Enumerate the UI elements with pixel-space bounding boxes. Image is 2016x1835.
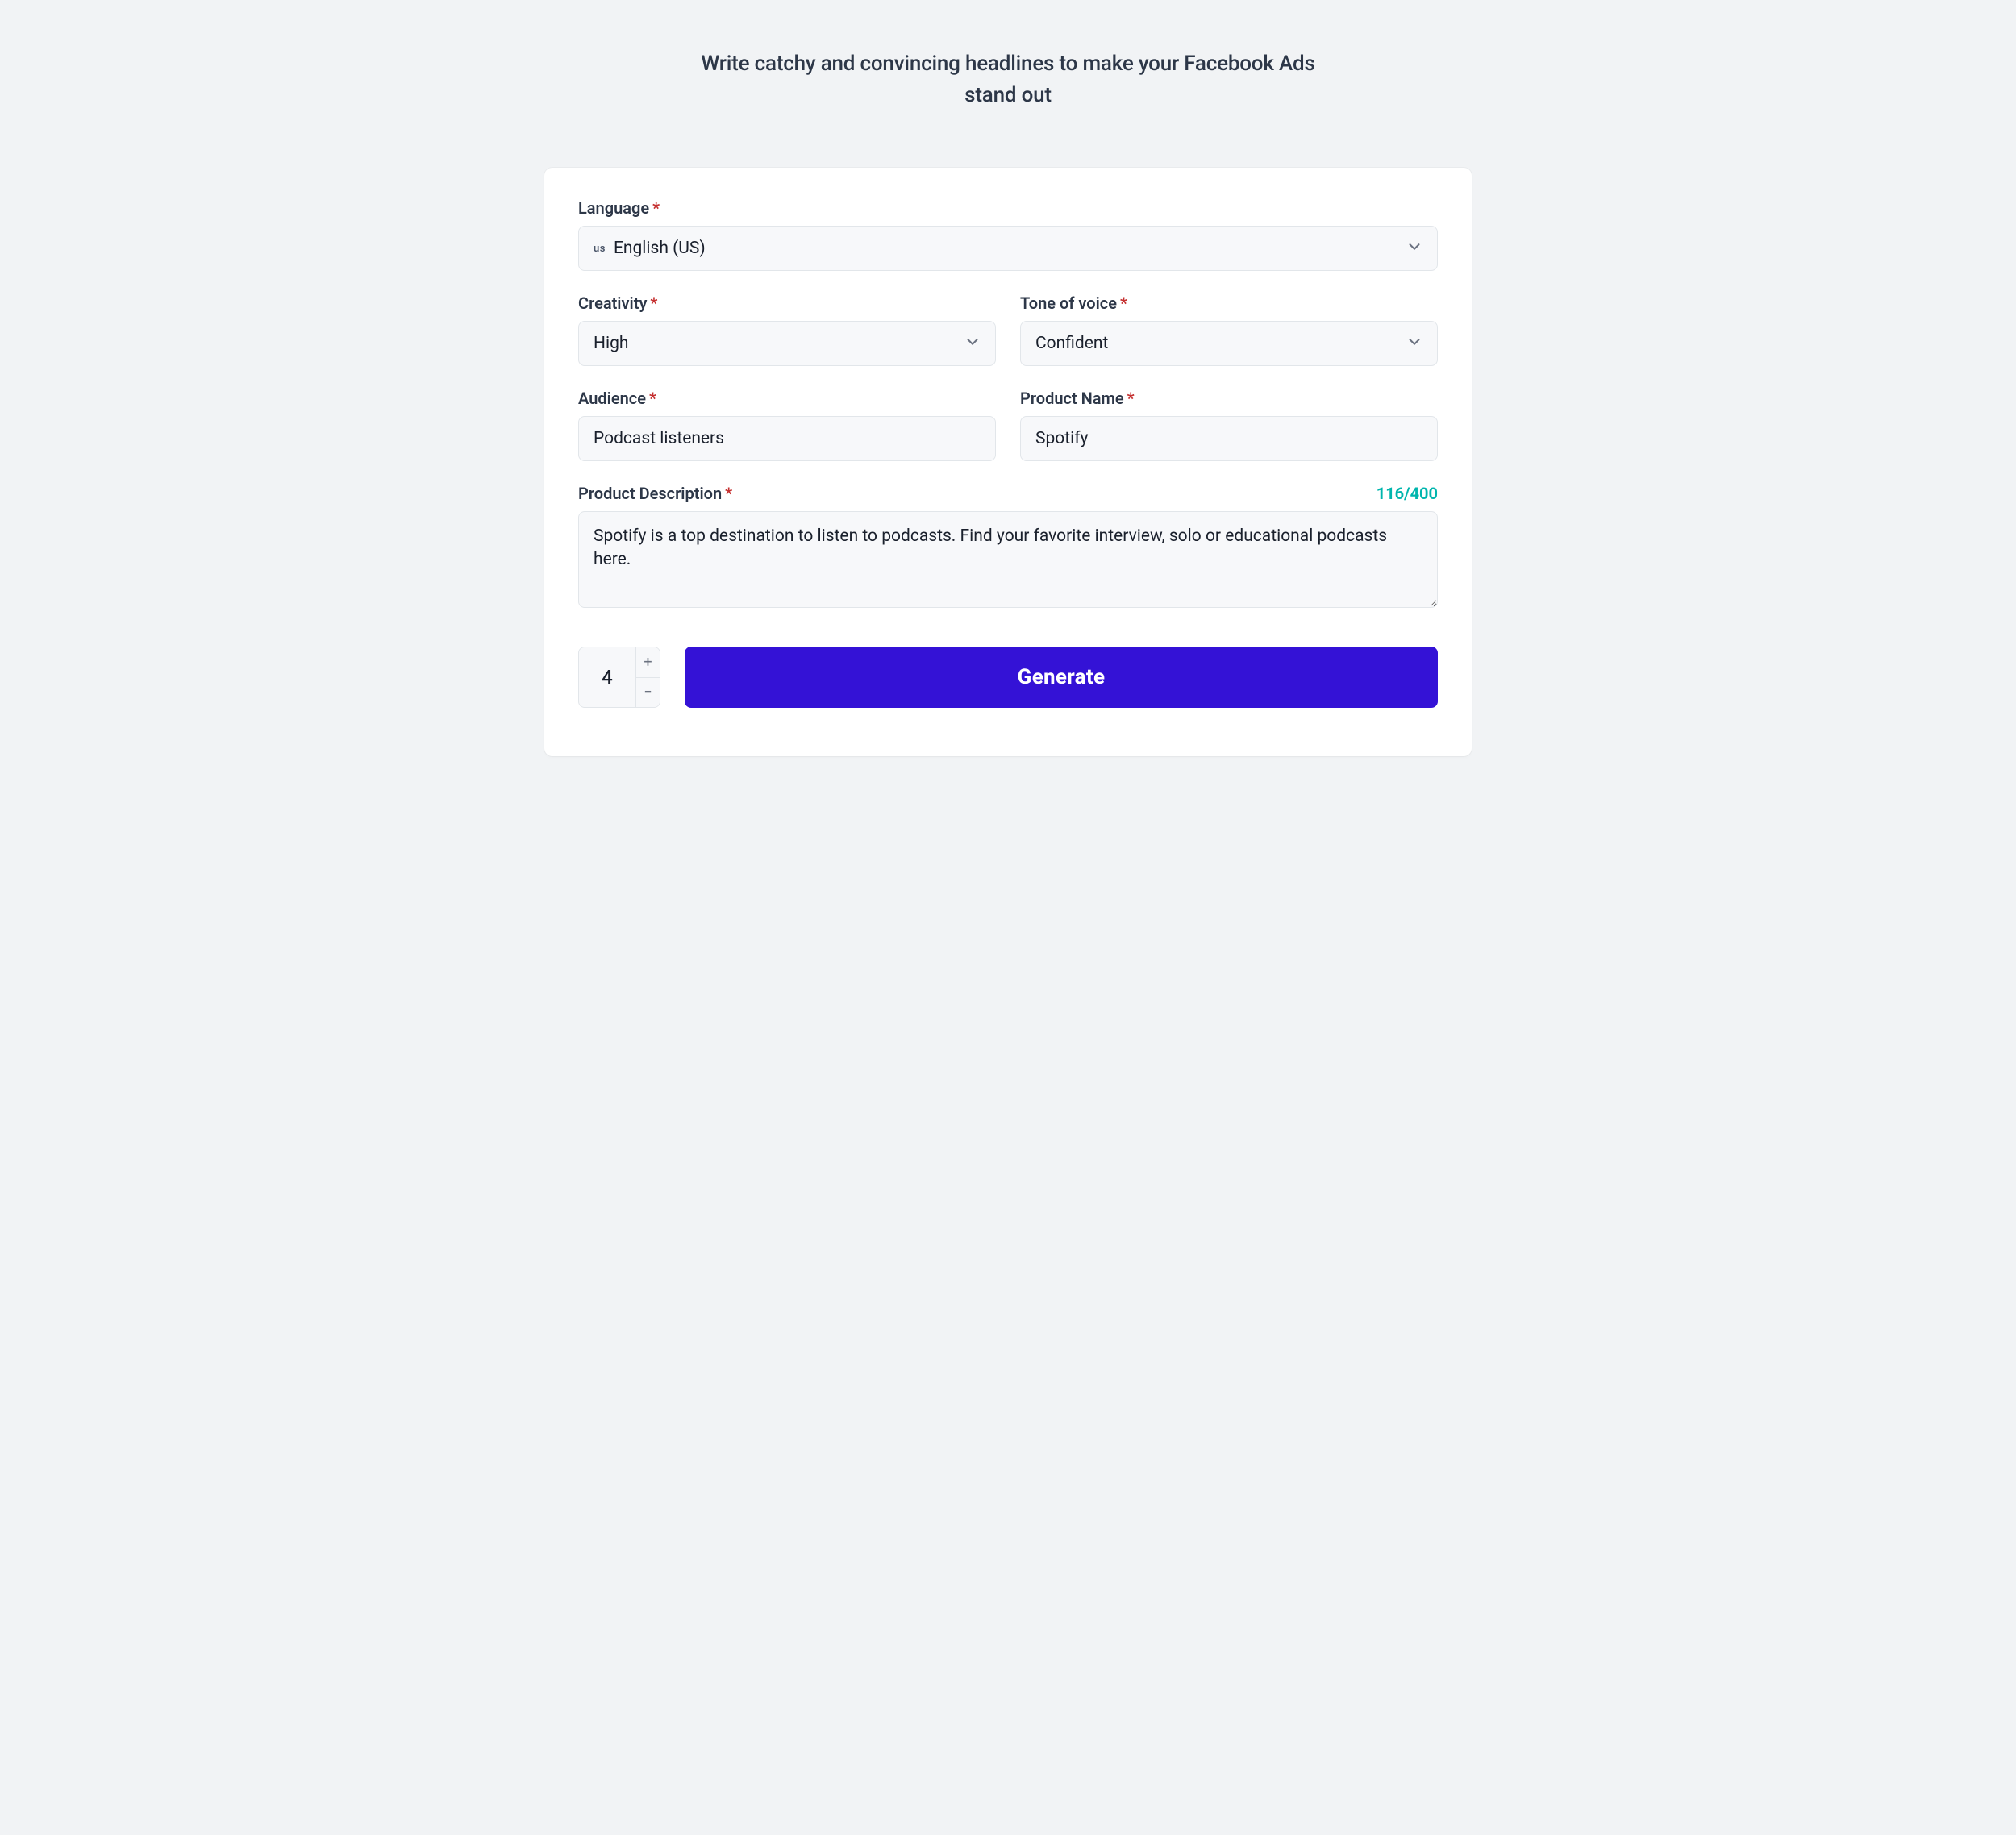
tone-label: Tone of voice*	[1020, 293, 1438, 313]
description-label: Product Description*	[578, 484, 732, 503]
audience-label: Audience*	[578, 389, 996, 408]
tone-value: Confident	[1035, 334, 1108, 353]
tone-select[interactable]: Confident	[1020, 321, 1438, 366]
quantity-stepper[interactable]: 4 + −	[578, 647, 660, 708]
description-textarea[interactable]	[578, 511, 1438, 608]
page-title: Write catchy and convincing headlines to…	[677, 48, 1339, 111]
plus-icon[interactable]: +	[636, 647, 660, 677]
audience-input[interactable]	[578, 416, 996, 461]
language-select[interactable]: us English (US)	[578, 226, 1438, 271]
creativity-value: High	[594, 334, 628, 353]
creativity-label: Creativity*	[578, 293, 996, 313]
language-value: English (US)	[614, 239, 706, 258]
minus-icon[interactable]: −	[636, 677, 660, 708]
product-name-input[interactable]	[1020, 416, 1438, 461]
flag-icon: us	[594, 243, 606, 255]
description-counter: 116/400	[1377, 484, 1438, 503]
creativity-select[interactable]: High	[578, 321, 996, 366]
form-card: Language* us English (US) Creativity*	[544, 168, 1472, 756]
quantity-value: 4	[579, 647, 635, 707]
language-label: Language*	[578, 198, 1438, 218]
product-name-label: Product Name*	[1020, 389, 1438, 408]
generate-button[interactable]: Generate	[685, 647, 1438, 708]
